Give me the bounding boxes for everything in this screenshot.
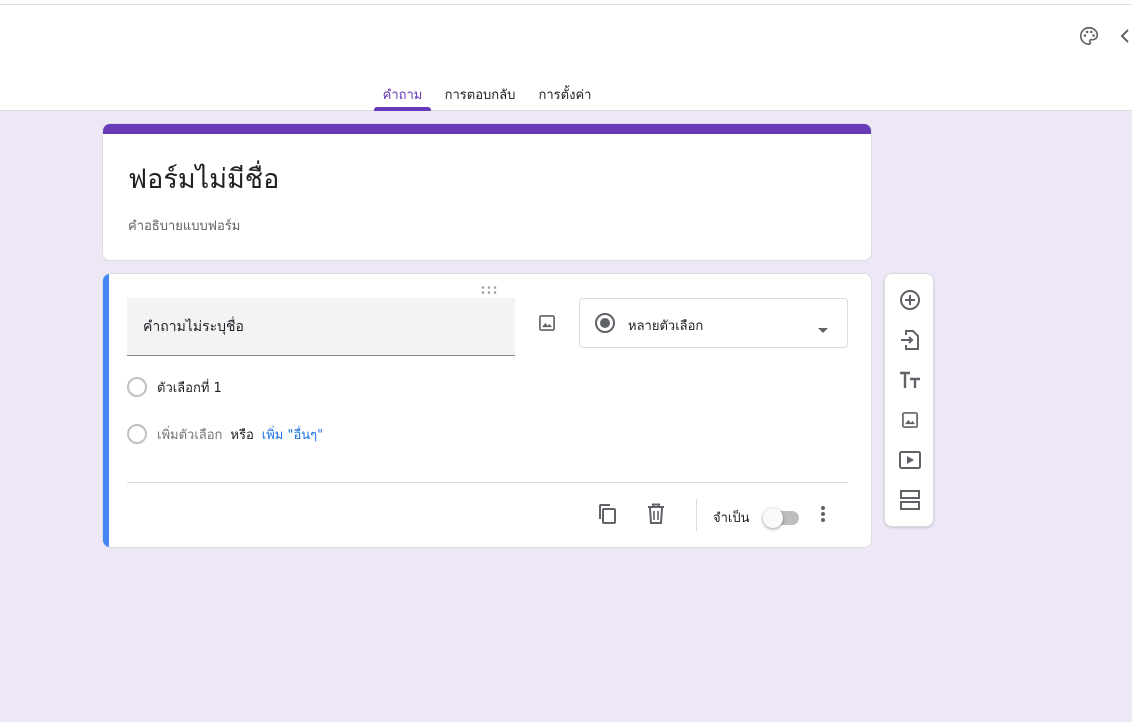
active-tab-indicator	[374, 107, 431, 111]
tab-responses[interactable]: การตอบกลับ	[440, 78, 520, 111]
image-icon[interactable]	[896, 406, 924, 434]
radio-checked-icon	[594, 312, 616, 338]
palette-icon[interactable]	[1075, 22, 1103, 50]
top-divider	[0, 4, 1132, 5]
footer-separator	[696, 499, 697, 531]
question-card[interactable]: คำถามไม่ระบุชื่อ หลายตัวเลือก ตัวเลือกที…	[102, 273, 872, 548]
dropdown-arrow-icon	[817, 320, 829, 339]
radio-unchecked-icon	[127, 424, 147, 444]
duplicate-icon[interactable]	[593, 500, 621, 528]
option-row[interactable]: ตัวเลือกที่ 1	[127, 375, 222, 399]
more-vert-icon[interactable]	[809, 500, 837, 528]
focus-bar	[103, 274, 109, 547]
drag-handle-icon[interactable]	[480, 280, 498, 294]
tab-settings[interactable]: การตั้งค่า	[533, 78, 597, 111]
title-card-accent	[103, 124, 871, 134]
form-title[interactable]: ฟอร์มไม่มีชื่อ	[128, 157, 279, 200]
form-title-card[interactable]: ฟอร์มไม่มีชื่อ คำอธิบายแบบฟอร์ม	[102, 123, 872, 261]
add-option-row: เพิ่มตัวเลือก หรือ เพิ่ม "อื่นๆ"	[127, 422, 323, 446]
question-type-select[interactable]: หลายตัวเลือก	[579, 298, 848, 348]
chevron-left-icon[interactable]	[1118, 22, 1132, 50]
toggle-knob	[763, 508, 783, 528]
title-text-icon[interactable]	[896, 366, 924, 394]
delete-icon[interactable]	[642, 500, 670, 528]
video-icon[interactable]	[896, 446, 924, 474]
import-icon[interactable]	[896, 326, 924, 354]
add-option-input[interactable]: เพิ่มตัวเลือก	[157, 424, 222, 445]
required-label: จำเป็น	[713, 511, 750, 526]
option-label[interactable]: ตัวเลือกที่ 1	[157, 377, 222, 398]
required-toggle[interactable]	[763, 507, 801, 528]
add-image-icon[interactable]	[533, 309, 561, 337]
add-circle-icon[interactable]	[896, 286, 924, 314]
section-icon[interactable]	[896, 486, 924, 514]
radio-unchecked-icon	[127, 377, 147, 397]
or-text: หรือ	[230, 427, 254, 443]
question-title-input[interactable]: คำถามไม่ระบุชื่อ	[127, 298, 515, 356]
side-toolbar	[884, 273, 934, 527]
footer-divider	[127, 482, 848, 483]
add-other-link[interactable]: เพิ่ม "อื่นๆ"	[262, 424, 323, 445]
form-description[interactable]: คำอธิบายแบบฟอร์ม	[128, 215, 240, 236]
question-type-label: หลายตัวเลือก	[628, 319, 704, 334]
top-bar: คำถาม การตอบกลับ การตั้งค่า	[0, 0, 1132, 111]
